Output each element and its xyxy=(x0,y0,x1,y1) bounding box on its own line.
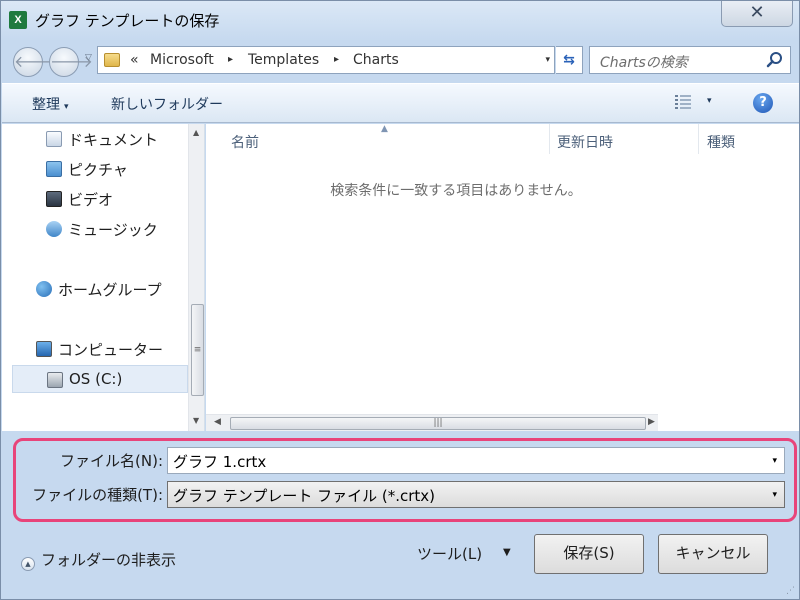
homegroup-icon xyxy=(36,281,52,297)
cancel-button[interactable]: キャンセル xyxy=(658,534,768,574)
collapse-icon: ▲ xyxy=(21,557,35,571)
music-icon xyxy=(46,221,62,237)
pictures-icon xyxy=(46,161,62,177)
navigation-pane: ドキュメント ピクチャ ビデオ ミュージック ホームグループ コンピューター O… xyxy=(2,124,205,431)
save-button[interactable]: 保存(S) xyxy=(534,534,644,574)
chevron-down-icon[interactable]: ▾ xyxy=(772,490,777,500)
overflow-chevron-icon[interactable]: « xyxy=(130,52,139,68)
forward-button[interactable]: 🡒 xyxy=(49,47,93,77)
nav-item-documents[interactable]: ドキュメント xyxy=(2,125,188,153)
nav-pane-scrollbar[interactable]: ▲ ≡ ▼ xyxy=(188,124,204,431)
nav-item-music[interactable]: ミュージック xyxy=(2,215,188,243)
nav-item-homegroup[interactable]: ホームグループ xyxy=(2,275,188,303)
close-button[interactable]: ✕ xyxy=(721,1,793,27)
column-header-type[interactable]: 種類 xyxy=(707,132,735,152)
scroll-right-icon[interactable]: ▶ xyxy=(648,417,655,427)
filetype-select[interactable]: グラフ テンプレート ファイル (*.crtx) ▾ xyxy=(167,481,785,508)
scroll-down-icon[interactable]: ▼ xyxy=(193,416,199,425)
column-divider[interactable] xyxy=(549,124,550,154)
documents-icon xyxy=(46,131,62,147)
organize-label: 整理 xyxy=(32,97,60,113)
scrollbar-thumb[interactable]: ||| xyxy=(230,417,646,430)
nav-item-label: ピクチャ xyxy=(68,161,128,179)
view-options-icon[interactable] xyxy=(674,94,694,110)
hide-folders-label: フォルダーの非表示 xyxy=(41,551,177,569)
search-placeholder: Chartsの検索 xyxy=(600,55,688,71)
file-list: ▲ 名前 更新日時 種類 検索条件に一致する項目はありません。 ◀ ||| ▶ xyxy=(206,124,799,431)
breadcrumb-charts[interactable]: Charts xyxy=(353,52,399,68)
sort-ascending-icon: ▲ xyxy=(381,124,388,134)
breadcrumb-separator-icon[interactable]: ▸ xyxy=(334,54,339,65)
chevron-down-icon: ▾ xyxy=(64,102,69,112)
nav-item-label: ビデオ xyxy=(68,191,114,209)
nav-item-computer[interactable]: コンピューター xyxy=(2,335,188,363)
tools-dropdown-icon[interactable]: ▼ xyxy=(503,547,511,558)
drive-icon xyxy=(47,372,63,388)
resize-grip-icon[interactable]: ⋰ xyxy=(786,586,795,596)
save-chart-template-dialog: X グラフ テンプレートの保存 ✕ 🡐 🡒 ▽ « Microsoft ▸ Te… xyxy=(0,0,800,600)
nav-item-label: ミュージック xyxy=(68,221,158,239)
command-toolbar: 整理 ▾ 新しいフォルダー ▾ ? xyxy=(2,83,799,123)
computer-icon xyxy=(36,341,52,357)
nav-item-label: ドキュメント xyxy=(68,131,159,149)
address-bar[interactable]: « Microsoft ▸ Templates ▸ Charts ▾ xyxy=(97,46,555,74)
folder-icon xyxy=(104,53,120,67)
nav-item-videos[interactable]: ビデオ xyxy=(2,185,188,213)
filename-field[interactable]: グラフ 1.crtx ▾ xyxy=(167,447,785,474)
column-header-name[interactable]: 名前 xyxy=(231,132,259,152)
scroll-left-icon[interactable]: ◀ xyxy=(214,417,221,427)
breadcrumb-templates[interactable]: Templates xyxy=(248,52,319,68)
column-divider[interactable] xyxy=(698,124,699,154)
column-header-modified[interactable]: 更新日時 xyxy=(557,132,613,152)
window-title: グラフ テンプレートの保存 xyxy=(35,12,220,30)
organize-button[interactable]: 整理 ▾ xyxy=(32,94,69,114)
excel-app-icon: X xyxy=(9,11,27,29)
refresh-button[interactable]: ⇆ xyxy=(556,46,583,74)
nav-item-label: OS (C:) xyxy=(69,370,123,388)
videos-icon xyxy=(46,191,62,207)
nav-item-label: コンピューター xyxy=(58,341,164,359)
filename-value: グラフ 1.crtx xyxy=(173,453,267,471)
filename-label: ファイル名(N): xyxy=(60,452,163,470)
file-list-horizontal-scrollbar[interactable]: ◀ ||| ▶ xyxy=(206,414,658,431)
nav-item-label: ホームグループ xyxy=(58,281,162,299)
help-icon[interactable]: ? xyxy=(753,93,773,113)
hide-folders-toggle[interactable]: ▲ フォルダーの非表示 xyxy=(21,549,176,571)
breadcrumb-microsoft[interactable]: Microsoft xyxy=(150,52,214,68)
view-dropdown-icon[interactable]: ▾ xyxy=(707,96,712,106)
scrollbar-thumb[interactable]: ≡ xyxy=(191,304,204,396)
empty-folder-message: 検索条件に一致する項目はありません。 xyxy=(330,183,582,199)
scroll-up-icon[interactable]: ▲ xyxy=(193,128,199,137)
title-bar: X グラフ テンプレートの保存 ✕ xyxy=(1,1,799,39)
breadcrumb-separator-icon[interactable]: ▸ xyxy=(228,54,233,65)
recent-locations-dropdown[interactable]: ▽ xyxy=(85,53,92,63)
address-dropdown-icon[interactable]: ▾ xyxy=(545,55,550,65)
tools-button[interactable]: ツール(L) xyxy=(417,543,482,564)
filetype-label: ファイルの種類(T): xyxy=(32,486,163,504)
nav-item-os-drive[interactable]: OS (C:) xyxy=(12,365,188,393)
back-button[interactable]: 🡐 xyxy=(13,47,57,77)
search-icon[interactable] xyxy=(766,51,784,69)
nav-item-pictures[interactable]: ピクチャ xyxy=(2,155,188,183)
new-folder-button[interactable]: 新しいフォルダー xyxy=(111,94,223,114)
filetype-value: グラフ テンプレート ファイル (*.crtx) xyxy=(173,487,436,505)
search-input[interactable]: Chartsの検索 xyxy=(589,46,791,74)
chevron-down-icon[interactable]: ▾ xyxy=(772,456,777,466)
refresh-icon: ⇆ xyxy=(563,52,575,68)
